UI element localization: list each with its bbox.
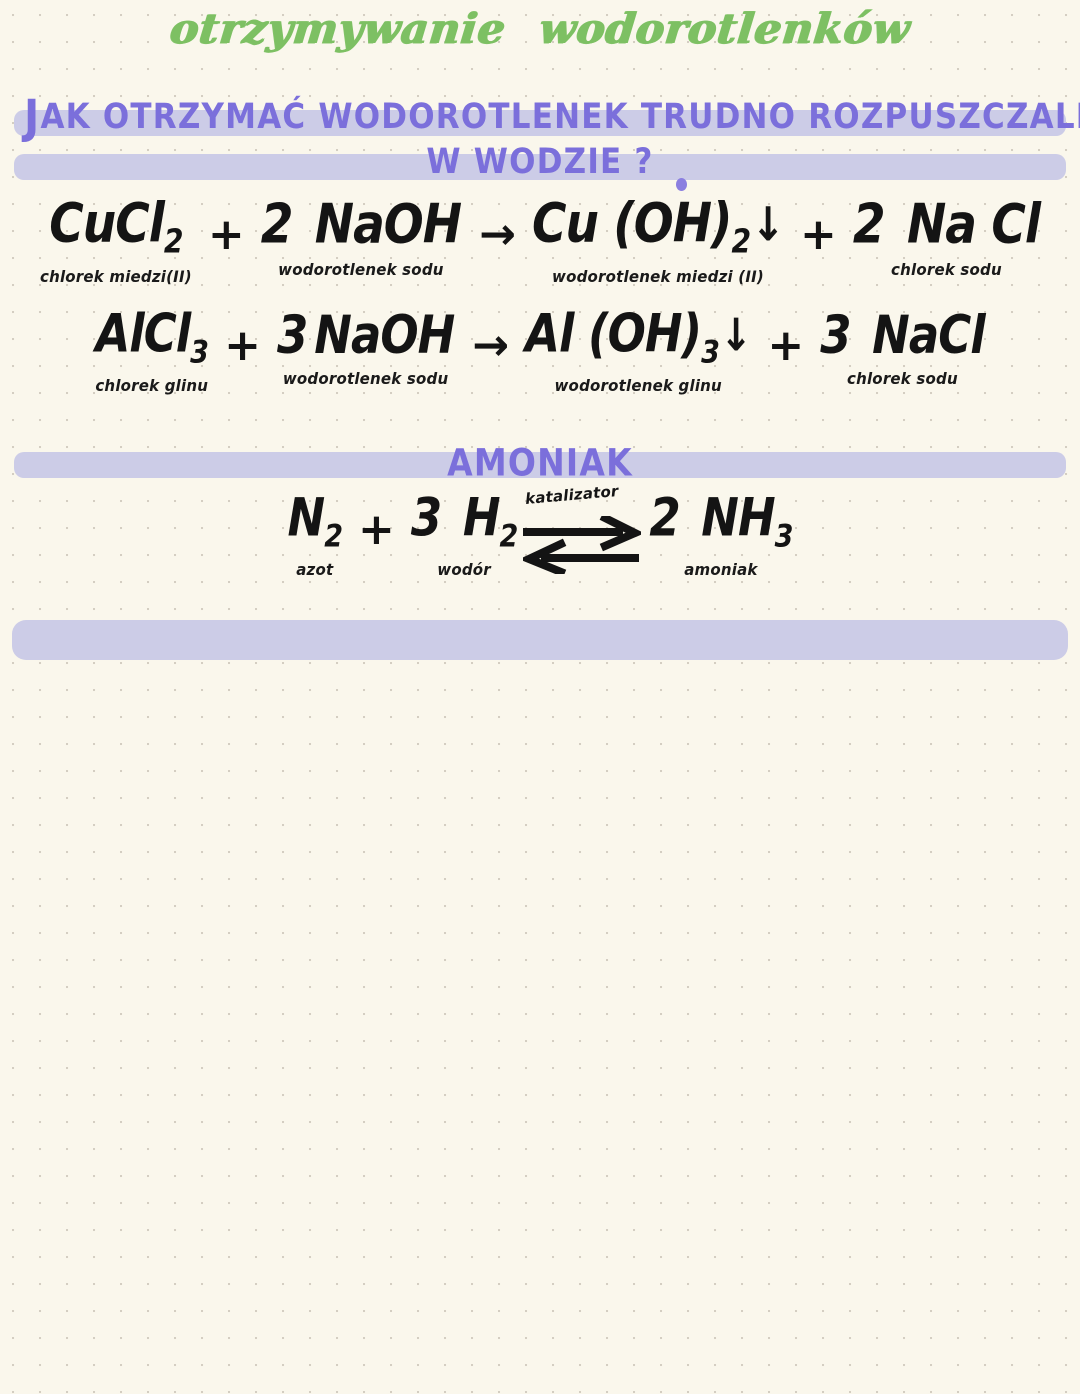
page-title-word-2: wodorotlenków (536, 4, 913, 53)
reactant-term: 2 NaOH wodorotlenek sodu (259, 197, 463, 280)
chemical-formula: 3 NaCl (820, 304, 985, 366)
catalyst-label: katalizator (524, 481, 620, 509)
chemical-formula: 3 NaOH (276, 304, 455, 366)
chemical-formula: Al (OH)3↓ (525, 303, 752, 371)
chemical-formula: AlCl3 (95, 303, 208, 371)
reaction-arrow-icon: → (472, 320, 509, 371)
plus-operator: + (358, 504, 395, 555)
compound-name-label: wodorotlenek sodu (282, 369, 449, 389)
compound-name-label: wodorotlenek glinu (554, 376, 722, 396)
reversible-arrow-svg (523, 516, 642, 574)
compound-name-label: amoniak (684, 560, 758, 580)
compound-name-label: wodorotlenek sodu (278, 260, 444, 280)
compound-name-label: wodór (437, 560, 491, 580)
compound-name-label: azot (296, 560, 334, 580)
compound-name-label: chlorek miedzi(II) (39, 267, 192, 287)
subtitle-line-1-text: AK OTRZYMAĆ WODOROTLENEK TRUDNO ROZPUSZC… (40, 96, 1080, 138)
plus-operator: + (224, 320, 261, 371)
product-term: 3 NaCl chlorek sodu (818, 309, 986, 389)
equilibrium-arrows-icon: katalizator (519, 482, 647, 574)
subtitle-line-1: JAK OTRZYMAĆ WODOROTLENEK TRUDNO ROZPUSZ… (0, 94, 1080, 140)
chemical-formula: 2 NaOH (260, 192, 462, 257)
page-title-word-1: otrzymywanie (167, 4, 508, 53)
chemical-formula: 2 NH3 (649, 487, 793, 555)
chemical-formula: N2 (287, 487, 343, 555)
product-term: 2 Na Cl chlorek sodu (851, 197, 1042, 280)
product-term: Cu (OH)2↓ wodorotlenek miedzi (II) (530, 197, 786, 287)
equation-haber-ammonia: N2 azot + 3 H2 wodór katalizator 2 NH3 a… (0, 482, 1080, 580)
plus-operator: + (767, 320, 805, 371)
subtitle-line-2: W WODZIE ? (426, 141, 654, 183)
empty-highlight-band (12, 620, 1068, 660)
plus-operator: + (207, 209, 245, 260)
compound-name-label: chlorek sodu (891, 260, 1002, 280)
reactant-term: N2 azot (286, 492, 344, 580)
compound-name-label: chlorek sodu (847, 369, 958, 389)
chemical-formula: 2 Na Cl (852, 192, 1041, 257)
section-heading-amoniak: AMONIAK (447, 440, 633, 485)
plus-operator: + (800, 209, 837, 260)
page-title: otrzymywanie wodorotlenków (0, 4, 1080, 53)
reactant-term: AlCl3 chlorek glinu (93, 308, 210, 396)
reactant-term: CuCl2 chlorek miedzi(II) (38, 197, 194, 287)
product-term: 2 NH3 amoniak (647, 492, 794, 580)
compound-name-label: wodorotlenek miedzi (II) (552, 267, 764, 287)
chemical-formula: 3 H2 (410, 487, 518, 555)
subtitle-lead-letter: J (24, 90, 41, 144)
chemical-formula: Cu (OH)2↓ (531, 191, 785, 261)
reaction-arrow-icon: → (479, 209, 516, 260)
product-term: Al (OH)3↓ wodorotlenek glinu (523, 308, 753, 396)
reactant-term: 3 NaOH wodorotlenek sodu (275, 309, 456, 389)
equation-alcl3-naoh: AlCl3 chlorek glinu + 3 NaOH wodorotlenek… (0, 308, 1080, 396)
compound-name-label: chlorek glinu (95, 376, 209, 396)
equation-cucl2-naoh: CuCl2 chlorek miedzi(II) + 2 NaOH wodoro… (0, 197, 1080, 287)
reactant-term: 3 H2 wodór (409, 492, 519, 580)
question-mark-dot-icon (676, 178, 687, 191)
chemical-formula: CuCl2 (49, 191, 183, 261)
